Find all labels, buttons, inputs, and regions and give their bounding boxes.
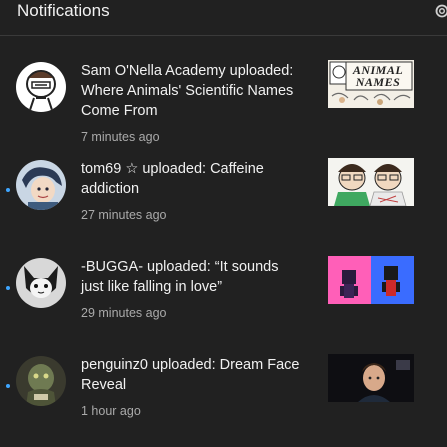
- video-thumbnail[interactable]: ANIMAL NAMES: [328, 60, 414, 108]
- notification-title: Sam O'Nella Academy uploaded: Where Anim…: [81, 63, 294, 119]
- notification-text: tom69 ☆ uploaded: Caffeine addiction 27 …: [81, 159, 301, 223]
- unread-indicator: [6, 384, 10, 388]
- unread-indicator: [6, 188, 10, 192]
- notification-item[interactable]: Sam O'Nella Academy uploaded: Where Anim…: [0, 46, 447, 144]
- video-thumbnail[interactable]: [328, 354, 414, 402]
- notification-list: Sam O'Nella Academy uploaded: Where Anim…: [0, 46, 447, 438]
- avatar[interactable]: [16, 62, 66, 112]
- notification-text: Sam O'Nella Academy uploaded: Where Anim…: [81, 61, 301, 145]
- notification-title: penguinz0 uploaded: Dream Face Reveal: [81, 357, 300, 393]
- avatar[interactable]: [16, 258, 66, 308]
- notification-text: -BUGGA- uploaded: “It sounds just like f…: [81, 257, 301, 321]
- avatar[interactable]: [16, 160, 66, 210]
- gear-icon: [435, 4, 447, 18]
- video-thumbnail[interactable]: [328, 256, 414, 304]
- notifications-header: Notifications: [0, 0, 447, 36]
- avatar[interactable]: [16, 356, 66, 406]
- notification-time: 29 minutes ago: [81, 306, 167, 320]
- unread-indicator: [6, 286, 10, 290]
- notification-item[interactable]: tom69 ☆ uploaded: Caffeine addiction 27 …: [0, 144, 447, 242]
- notification-time: 1 hour ago: [81, 404, 141, 418]
- settings-button[interactable]: [431, 0, 447, 22]
- notification-time: 7 minutes ago: [81, 130, 160, 144]
- thumbnail-title-text: ANIMAL NAMES: [352, 63, 404, 89]
- notification-item[interactable]: -BUGGA- uploaded: “It sounds just like f…: [0, 242, 447, 340]
- video-thumbnail[interactable]: [328, 158, 414, 206]
- notification-title: tom69 ☆ uploaded: Caffeine addiction: [81, 161, 264, 197]
- notifications-panel: Notifications Sam O'Nella Academy upload…: [0, 0, 447, 447]
- notifications-title: Notifications: [17, 1, 110, 20]
- notification-title: -BUGGA- uploaded: “It sounds just like f…: [81, 259, 279, 295]
- notification-text: penguinz0 uploaded: Dream Face Reveal 1 …: [81, 355, 301, 419]
- notification-time: 27 minutes ago: [81, 208, 167, 222]
- notification-item[interactable]: penguinz0 uploaded: Dream Face Reveal 1 …: [0, 340, 447, 438]
